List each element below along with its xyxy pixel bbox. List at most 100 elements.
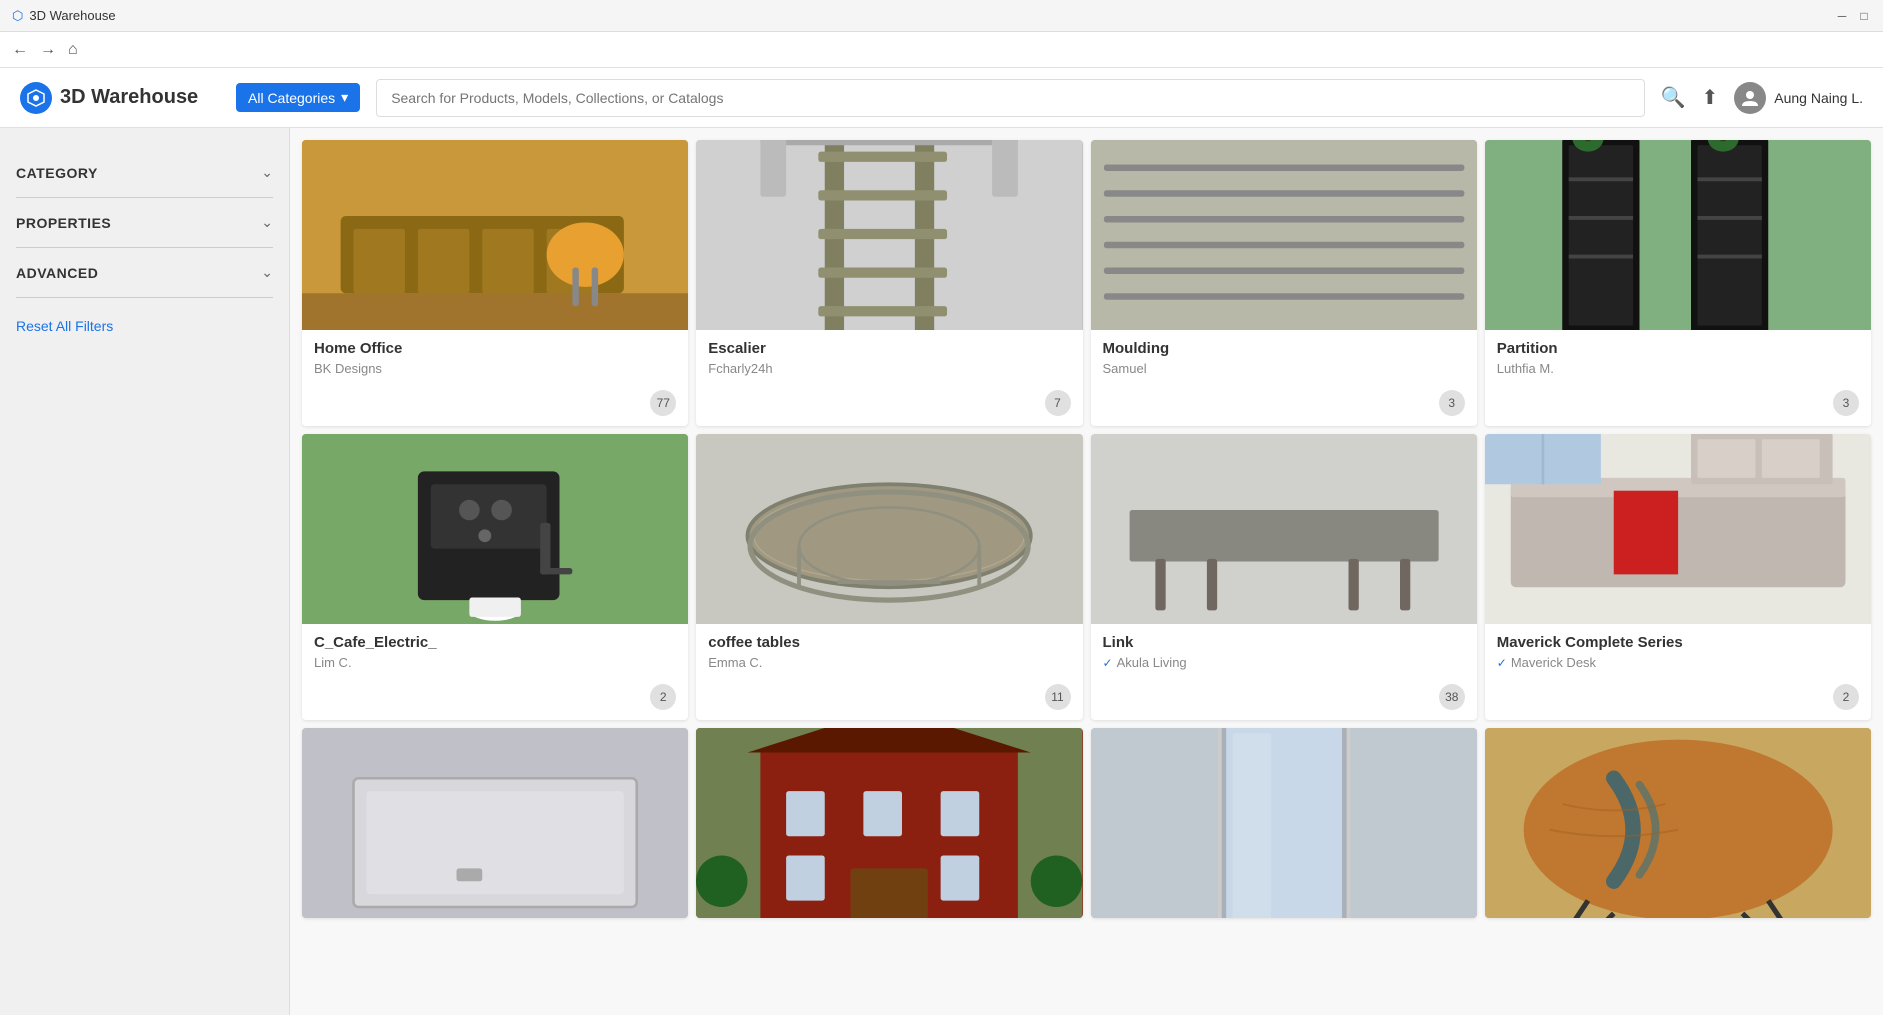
product-footer-maverick: 2 <box>1485 680 1871 720</box>
product-card-partition[interactable]: PartitionLuthfia M. 3 <box>1485 140 1871 426</box>
app-icon: ⬡ <box>12 8 23 24</box>
product-title-moulding: Moulding <box>1103 340 1465 357</box>
product-image-home-office <box>302 140 688 330</box>
product-image-escalier <box>696 140 1082 330</box>
logo-text: 3D Warehouse <box>60 86 198 109</box>
product-count-maverick: 2 <box>1833 684 1859 710</box>
product-image-moulding <box>1091 140 1477 330</box>
filter-chevron-advanced: ⌄ <box>261 264 273 281</box>
logo-svg <box>26 88 46 108</box>
back-button[interactable]: ← <box>12 41 28 59</box>
product-card-wood-table[interactable] <box>1485 728 1871 918</box>
product-info-home-office: Home Office BK Designs <box>302 330 688 386</box>
sidebar: CATEGORY ⌄ PROPERTIES ⌄ ADVANCED ⌄ Reset… <box>0 128 290 1015</box>
product-author-moulding: Samuel <box>1103 361 1465 376</box>
filter-chevron-properties: ⌄ <box>261 214 273 231</box>
product-title-link: Link <box>1103 634 1465 651</box>
products-grid: Home Office BK Designs 77 Escalier Fcharly2… <box>302 140 1871 918</box>
product-author-home-office: BK Designs <box>314 361 676 376</box>
product-card-escalier[interactable]: Escalier Fcharly24h 7 <box>696 140 1082 426</box>
nav-bar: ← → ⌂ <box>0 32 1883 68</box>
product-footer-coffee-tables: 11 <box>696 680 1082 720</box>
product-footer-escalier: 7 <box>696 386 1082 426</box>
category-dropdown[interactable]: All Categories ▾ <box>236 83 360 112</box>
user-avatar <box>1734 82 1766 114</box>
app-title: 3D Warehouse <box>29 8 115 23</box>
product-footer-partition: 3 <box>1485 386 1871 426</box>
filter-section-properties: PROPERTIES ⌄ <box>16 198 273 248</box>
product-image-link <box>1091 434 1477 624</box>
product-title-maverick: Maverick Complete Series <box>1497 634 1859 651</box>
product-footer-moulding: 3 <box>1091 386 1477 426</box>
product-count-escalier: 7 <box>1045 390 1071 416</box>
product-card-home-office[interactable]: Home Office BK Designs 77 <box>302 140 688 426</box>
verified-icon-link: ✓ <box>1103 656 1113 670</box>
forward-button[interactable]: → <box>40 41 56 59</box>
product-footer-home-office: 77 <box>302 386 688 426</box>
product-info-coffee-tables: coffee tables Emma C. <box>696 624 1082 680</box>
author-name-link: Akula Living <box>1117 655 1187 670</box>
product-count-link: 38 <box>1439 684 1465 710</box>
product-title-home-office: Home Office <box>314 340 676 357</box>
product-author-cafe-electric: Lim C. <box>314 655 676 670</box>
minimize-button[interactable]: ─ <box>1835 9 1849 23</box>
product-info-partition: PartitionLuthfia M. <box>1485 330 1871 386</box>
search-icon[interactable]: 🔍 <box>1661 85 1686 110</box>
reset-filters-link[interactable]: Reset All Filters <box>16 318 113 334</box>
product-count-coffee-tables: 11 <box>1045 684 1071 710</box>
product-info-cafe-electric: C_Cafe_Electric_ Lim C. <box>302 624 688 680</box>
verified-icon-maverick: ✓ <box>1497 656 1507 670</box>
window-controls: ─ □ <box>1835 9 1871 23</box>
product-image-coffee-tables <box>696 434 1082 624</box>
product-card-building[interactable] <box>696 728 1082 918</box>
filter-section-advanced: ADVANCED ⌄ <box>16 248 273 298</box>
product-image-mirror <box>1091 728 1477 918</box>
category-dropdown-label: All Categories <box>248 90 335 106</box>
product-author-coffee-tables: Emma C. <box>708 655 1070 670</box>
user-area[interactable]: Aung Naing L. <box>1734 82 1863 114</box>
upload-icon[interactable]: ⬆ <box>1702 85 1719 110</box>
product-author-maverick: ✓Maverick Desk <box>1497 655 1859 670</box>
category-dropdown-chevron: ▾ <box>341 89 348 106</box>
header-actions: 🔍 ⬆ Aung Naing L. <box>1661 82 1863 114</box>
product-count-partition: 3 <box>1833 390 1859 416</box>
search-input[interactable] <box>376 79 1644 117</box>
home-button[interactable]: ⌂ <box>68 41 78 59</box>
filter-header-properties[interactable]: PROPERTIES ⌄ <box>16 214 273 231</box>
product-card-moulding[interactable]: Moulding Samuel 3 <box>1091 140 1477 426</box>
product-info-escalier: Escalier Fcharly24h <box>696 330 1082 386</box>
product-card-maverick[interactable]: Maverick Complete Series ✓Maverick Desk 2 <box>1485 434 1871 720</box>
product-author-escalier: Fcharly24h <box>708 361 1070 376</box>
product-image-partition <box>1485 140 1871 330</box>
product-image-shower <box>302 728 688 918</box>
product-title-cafe-electric: C_Cafe_Electric_ <box>314 634 676 651</box>
title-bar: ⬡ 3D Warehouse ─ □ <box>0 0 1883 32</box>
product-image-maverick <box>1485 434 1871 624</box>
filter-title-category: CATEGORY <box>16 165 98 181</box>
product-count-moulding: 3 <box>1439 390 1465 416</box>
logo-icon <box>20 82 52 114</box>
product-count-home-office: 77 <box>650 390 676 416</box>
product-title-escalier: Escalier <box>708 340 1070 357</box>
product-info-maverick: Maverick Complete Series ✓Maverick Desk <box>1485 624 1871 680</box>
maximize-button[interactable]: □ <box>1857 9 1871 23</box>
product-footer-link: 38 <box>1091 680 1477 720</box>
product-card-shower[interactable] <box>302 728 688 918</box>
product-info-link: Link ✓ Akula Living <box>1091 624 1477 680</box>
header: 3D Warehouse All Categories ▾ 🔍 ⬆ Aung N… <box>0 68 1883 128</box>
filter-section-category: CATEGORY ⌄ <box>16 148 273 198</box>
product-title-coffee-tables: coffee tables <box>708 634 1070 651</box>
filter-header-category[interactable]: CATEGORY ⌄ <box>16 164 273 181</box>
product-title-partition: Partition <box>1497 340 1859 357</box>
product-image-wood-table <box>1485 728 1871 918</box>
filter-title-advanced: ADVANCED <box>16 265 98 281</box>
logo-area: 3D Warehouse <box>20 82 220 114</box>
product-author-link: ✓ Akula Living <box>1103 655 1465 670</box>
product-card-link[interactable]: Link ✓ Akula Living 38 <box>1091 434 1477 720</box>
filter-header-advanced[interactable]: ADVANCED ⌄ <box>16 264 273 281</box>
product-card-cafe-electric[interactable]: C_Cafe_Electric_Lim C.2 <box>302 434 688 720</box>
filter-chevron-category: ⌄ <box>261 164 273 181</box>
product-card-mirror[interactable] <box>1091 728 1477 918</box>
user-name: Aung Naing L. <box>1774 90 1863 106</box>
product-card-coffee-tables[interactable]: coffee tables Emma C. 11 <box>696 434 1082 720</box>
